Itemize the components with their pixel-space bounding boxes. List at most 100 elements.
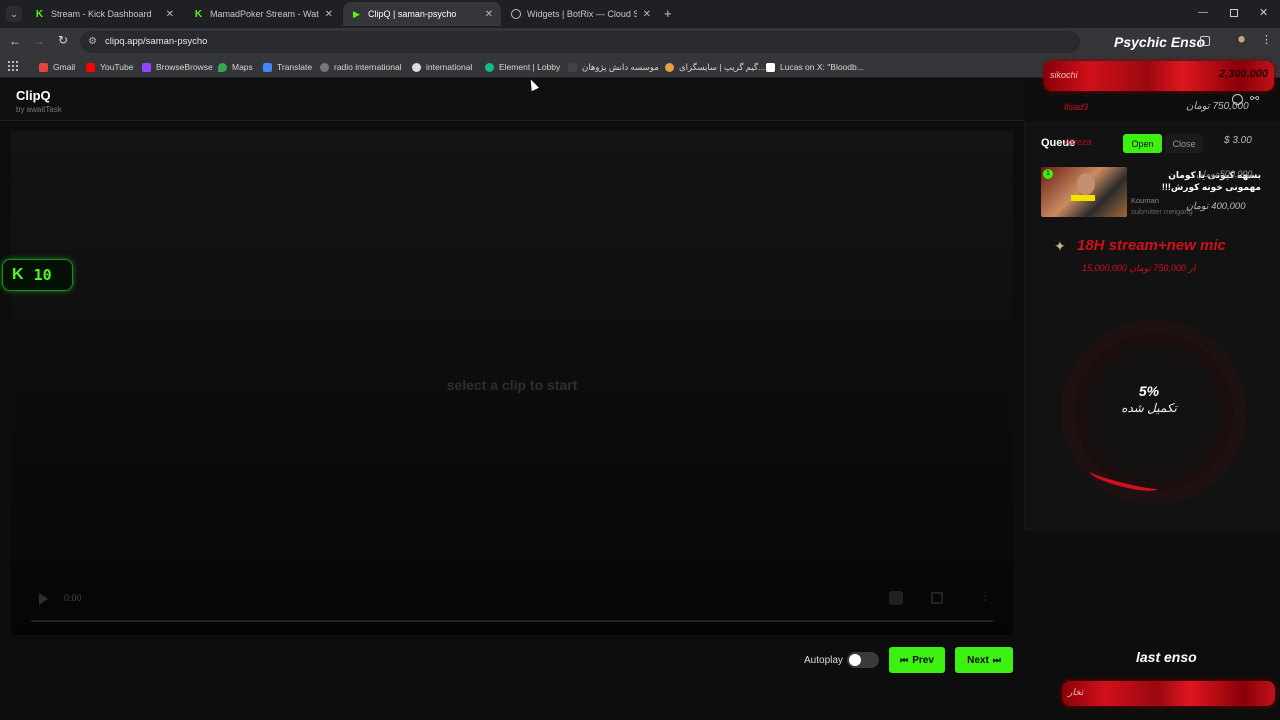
bookmark-label: YouTube [100, 62, 134, 72]
translate-icon [263, 62, 272, 72]
botrix-icon [511, 9, 521, 19]
bookmark-label: international [426, 62, 473, 72]
bookmark-label: Lucas on X: "Bloodb... [780, 62, 864, 72]
bookmark-browsebrowse[interactable]: BrowseBrowse [142, 60, 213, 74]
app-title[interactable]: ClipQ [16, 88, 51, 103]
close-icon[interactable]: ✕ [643, 9, 651, 20]
history-icon [1232, 94, 1243, 105]
close-icon[interactable]: ✕ [325, 9, 333, 20]
new-tab-button[interactable]: + [664, 6, 672, 21]
volume-icon[interactable] [889, 591, 903, 605]
overlay-settings-icon [1200, 36, 1210, 46]
donor-name-2: Ilsad3 [1064, 102, 1089, 112]
gamegrip-icon [665, 62, 674, 72]
autoplay-toggle[interactable] [847, 652, 879, 668]
maps-icon [218, 62, 227, 72]
thumbnail-badge [1071, 195, 1095, 201]
tab-title: Stream - Kick Dashboard [51, 9, 152, 19]
close-icon[interactable]: ✕ [166, 9, 174, 20]
close-icon[interactable]: ✕ [485, 9, 493, 20]
bookmark-label: Gmail [53, 62, 76, 72]
bookmark-element-lobby[interactable]: Element | Lobby [485, 60, 560, 74]
toggle-knob [849, 654, 861, 666]
kick-viewer-badge: K 10 [2, 259, 73, 291]
player-progress-track[interactable] [31, 620, 993, 622]
queue-close-button[interactable]: Close [1165, 134, 1203, 153]
kick-viewer-count: 10 [33, 266, 52, 284]
browser-toolbar: ← → ↻ ⚙ clipq.app/saman-psycho ⋮ [0, 28, 1280, 56]
bookmark-label: Translate [277, 62, 313, 72]
play-icon[interactable] [39, 593, 48, 605]
skip-back-icon: ⏮ [900, 654, 909, 665]
bookmark-gmail[interactable]: Gmail [39, 60, 75, 74]
prev-label: Prev [912, 654, 934, 666]
top-donor-bar: sikochi 2,300,000 [1044, 61, 1274, 91]
top-donor-name: sikochi [1050, 70, 1078, 80]
bookmark-gamegrip[interactable]: گیم گریپ | سایسگزای... [665, 60, 765, 74]
prev-button[interactable]: ⏮ Prev [889, 647, 945, 673]
bookmark-youtube[interactable]: YouTube [86, 60, 133, 74]
window-restore-button[interactable] [1230, 9, 1238, 17]
queue-item-channel: Kouman [1131, 196, 1159, 205]
bookmark-translate[interactable]: Translate [263, 60, 312, 74]
bookmark-label: Maps [232, 62, 253, 72]
back-icon[interactable]: ← [9, 34, 21, 48]
queue-item-thumbnail [1041, 167, 1127, 217]
url-text: clipq.app/saman-psycho [105, 36, 208, 47]
apps-grid-icon[interactable] [8, 61, 18, 71]
profile-avatar[interactable] [1234, 34, 1249, 49]
browser-tab-clipq[interactable]: ▶ ClipQ | saman-psycho ✕ [343, 2, 501, 26]
bookmark-international[interactable]: international [412, 60, 472, 74]
video-player[interactable]: select a clip to start 0:00 ⋮ [11, 131, 1013, 635]
queue-panel: Queue Open Close 1 بسهه کیوتی یا کومان م… [1024, 121, 1280, 531]
queue-open-button[interactable]: Open [1123, 134, 1162, 153]
browser-tab-strip: ⌄ K Stream - Kick Dashboard ✕ K MamadPok… [0, 0, 1280, 28]
window-minimize-button[interactable]: — [1198, 7, 1208, 19]
tab-search-button[interactable]: ⌄ [6, 6, 22, 22]
bookmark-daneshpajoohan[interactable]: موسسه دانش پژوهان [568, 60, 659, 74]
autoplay-label: Autoplay [804, 655, 843, 666]
reload-icon[interactable]: ↻ [58, 33, 68, 47]
donor-amount-4: 500,000 تومان [1196, 169, 1253, 179]
next-button[interactable]: Next ⏭ [955, 647, 1013, 673]
youtube-icon [86, 62, 95, 72]
last-enso-name: تخار [1068, 687, 1084, 697]
github-icon [412, 62, 421, 72]
donor-name-3: Alireza [1064, 137, 1092, 147]
queue-item-submitter: submitter meigang [1131, 207, 1193, 216]
gmail-icon [39, 62, 48, 72]
fullscreen-icon[interactable] [931, 592, 943, 604]
player-menu-icon[interactable]: ⋮ [979, 589, 991, 603]
bookmark-label: موسسه دانش پژوهان [582, 61, 659, 72]
browser-menu-icon[interactable]: ⋮ [1261, 33, 1272, 46]
next-label: Next [967, 654, 989, 666]
app-header: ClipQ by awaitTask [0, 79, 1024, 121]
address-bar[interactable]: ⚙ clipq.app/saman-psycho [80, 31, 1080, 53]
browser-tab-kick-dashboard[interactable]: K Stream - Kick Dashboard ✕ [26, 2, 182, 26]
bookmark-label: BrowseBrowse [156, 62, 213, 72]
bookmark-label: Element | Lobby [499, 62, 561, 72]
kick-icon: K [12, 266, 24, 283]
bookmark-label: گیم گریپ | سایسگزای... [679, 61, 766, 72]
bookmark-radio-international[interactable]: radio international [320, 60, 402, 74]
play-icon: ▶ [353, 8, 360, 19]
open-label: Open [1131, 138, 1154, 149]
money-icon: ✦ [1054, 238, 1066, 254]
tab-title: MamadPoker Stream - Watch L [210, 9, 319, 19]
browser-tab-mamadpoker[interactable]: K MamadPoker Stream - Watch L ✕ [185, 2, 341, 26]
last-enso-title: last enso [1136, 649, 1197, 665]
bookmark-maps[interactable]: Maps [218, 60, 253, 74]
goal-progress-arc [1088, 464, 1160, 496]
tab-title: ClipQ | saman-psycho [368, 9, 457, 19]
kick-icon: K [35, 8, 44, 20]
forward-icon[interactable]: → [33, 34, 45, 48]
goal-done-label: تکمیل شده [1121, 401, 1177, 415]
bookmark-lucas-x[interactable]: Lucas on X: "Bloodb... [766, 60, 864, 74]
player-placeholder-text: select a clip to start [446, 377, 578, 393]
skip-forward-icon: ⏭ [992, 654, 1001, 665]
window-close-button[interactable]: ✕ [1259, 6, 1268, 19]
queue-item-index: 1 [1043, 169, 1053, 179]
browser-tab-botrix[interactable]: Widgets | BotRix — Cloud Strea ✕ [503, 2, 659, 26]
site-info-icon[interactable]: ⚙ [88, 36, 97, 47]
donor-amount-3: $ 3.00 [1224, 135, 1252, 146]
